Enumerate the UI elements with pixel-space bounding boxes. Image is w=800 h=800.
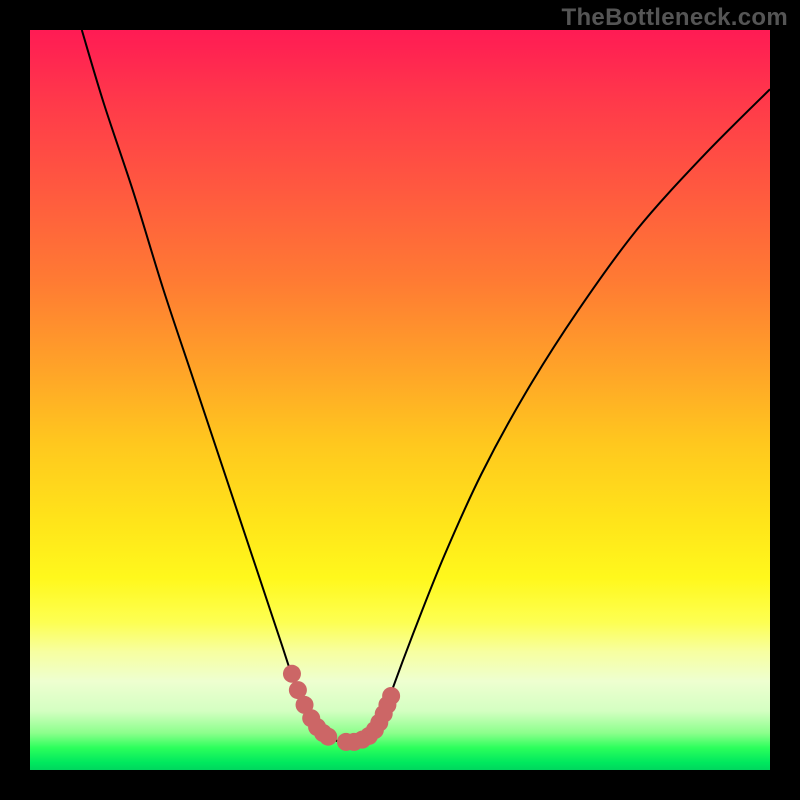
marker-dot <box>382 687 400 705</box>
marker-dot <box>319 728 337 746</box>
marker-dot <box>283 665 301 683</box>
watermark-text: TheBottleneck.com <box>562 4 788 32</box>
chart-svg <box>30 30 770 770</box>
chart-frame: TheBottleneck.com <box>0 0 800 800</box>
series-left-curve <box>82 30 328 738</box>
plot-area <box>30 30 770 770</box>
series-right-curve <box>377 89 770 738</box>
